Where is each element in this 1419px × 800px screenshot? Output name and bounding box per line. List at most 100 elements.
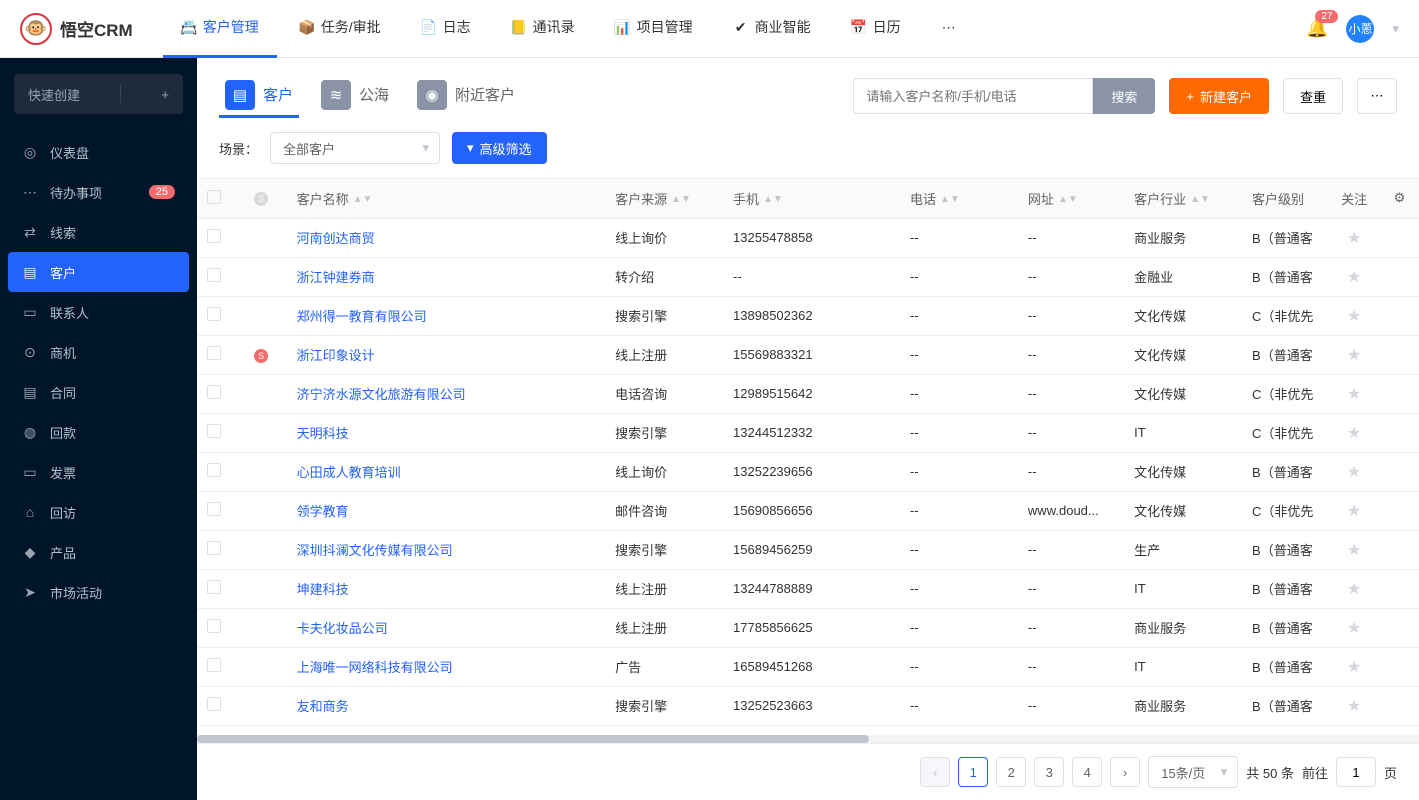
- star-icon[interactable]: ★: [1325, 335, 1384, 374]
- nav-item-4[interactable]: 📊项目管理: [597, 0, 711, 58]
- col-web[interactable]: 网址▲▼: [1018, 179, 1124, 218]
- star-icon[interactable]: ★: [1325, 257, 1384, 296]
- notification-bell-icon[interactable]: 🔔27: [1306, 18, 1328, 39]
- row-checkbox[interactable]: [197, 530, 244, 569]
- customer-name-link[interactable]: 友和商务: [287, 686, 605, 725]
- star-icon[interactable]: ★: [1325, 608, 1384, 647]
- cell-source: 电话咨询: [605, 374, 723, 413]
- brand-logo[interactable]: 🐵 悟空CRM: [20, 13, 133, 45]
- star-icon[interactable]: ★: [1325, 491, 1384, 530]
- cell-mobile: 15569883321: [723, 335, 900, 374]
- customer-name-link[interactable]: 深圳抖澜文化传媒有限公司: [287, 530, 605, 569]
- tab-1[interactable]: ≋公海: [315, 74, 395, 118]
- sidebar-item-4[interactable]: ▭联系人: [0, 292, 197, 332]
- search-button[interactable]: 搜索: [1093, 78, 1155, 114]
- dedupe-button[interactable]: 查重: [1283, 78, 1343, 114]
- nav-item-2[interactable]: 📄日志: [403, 0, 489, 58]
- page-4[interactable]: 4: [1072, 757, 1102, 787]
- row-checkbox[interactable]: [197, 686, 244, 725]
- nav-item-1[interactable]: 📦任务/审批: [281, 0, 399, 58]
- customer-name-link[interactable]: 浙江钟建券商: [287, 257, 605, 296]
- row-checkbox[interactable]: [197, 491, 244, 530]
- page-next[interactable]: ›: [1110, 757, 1140, 787]
- horizontal-scrollbar[interactable]: [197, 735, 1419, 743]
- cell-level: C（非优先: [1242, 296, 1325, 335]
- nav-item-5[interactable]: ✔商业智能: [715, 0, 829, 58]
- row-checkbox[interactable]: [197, 452, 244, 491]
- page-1[interactable]: 1: [958, 757, 988, 787]
- sidebar-item-10[interactable]: ◆产品: [0, 532, 197, 572]
- row-checkbox[interactable]: [197, 608, 244, 647]
- row-checkbox[interactable]: [197, 218, 244, 257]
- page-2[interactable]: 2: [996, 757, 1026, 787]
- customer-name-link[interactable]: 河南创达商贸: [287, 218, 605, 257]
- row-checkbox[interactable]: [197, 725, 244, 735]
- col-source[interactable]: 客户来源▲▼: [605, 179, 723, 218]
- row-checkbox[interactable]: [197, 257, 244, 296]
- col-tel[interactable]: 电话▲▼: [900, 179, 1018, 218]
- col-level[interactable]: 客户级别: [1242, 179, 1325, 218]
- col-industry[interactable]: 客户行业▲▼: [1124, 179, 1242, 218]
- customer-name-link[interactable]: 洛阳天侧正灿售楼处: [287, 725, 605, 735]
- star-icon[interactable]: ★: [1325, 296, 1384, 335]
- star-icon[interactable]: ★: [1325, 725, 1384, 735]
- customer-name-link[interactable]: 心田成人教育培训: [287, 452, 605, 491]
- customer-name-link[interactable]: 卡夫化妆品公司: [287, 608, 605, 647]
- scene-label: 场景：: [219, 139, 258, 158]
- new-customer-button[interactable]: +新建客户: [1169, 78, 1269, 114]
- scene-select[interactable]: 全部客户: [270, 132, 440, 164]
- tab-2[interactable]: ◉附近客户: [411, 74, 521, 118]
- row-checkbox[interactable]: [197, 335, 244, 374]
- nav-item-3[interactable]: 📒通讯录: [493, 0, 593, 58]
- col-name[interactable]: 客户名称▲▼: [287, 179, 605, 218]
- row-checkbox[interactable]: [197, 647, 244, 686]
- customer-name-link[interactable]: 浙江印象设计: [287, 335, 605, 374]
- sidebar-item-8[interactable]: ▭发票: [0, 452, 197, 492]
- search-input[interactable]: [853, 78, 1093, 114]
- customer-name-link[interactable]: 领学教育: [287, 491, 605, 530]
- select-all-header[interactable]: [197, 179, 244, 218]
- page-3[interactable]: 3: [1034, 757, 1064, 787]
- nav-item-6[interactable]: 📅日历: [833, 0, 919, 58]
- star-icon[interactable]: ★: [1325, 218, 1384, 257]
- star-icon[interactable]: ★: [1325, 452, 1384, 491]
- row-checkbox[interactable]: [197, 374, 244, 413]
- sidebar-item-0[interactable]: ◎仪表盘: [0, 132, 197, 172]
- column-config-icon[interactable]: ⚙: [1384, 179, 1419, 218]
- sidebar-item-2[interactable]: ⇄线索: [0, 212, 197, 252]
- sidebar-item-6[interactable]: ▤合同: [0, 372, 197, 412]
- user-avatar[interactable]: 小蔥: [1346, 15, 1374, 43]
- page-size-select[interactable]: 15条/页: [1148, 756, 1238, 788]
- star-icon[interactable]: ★: [1325, 686, 1384, 725]
- star-icon[interactable]: ★: [1325, 647, 1384, 686]
- col-mobile[interactable]: 手机▲▼: [723, 179, 900, 218]
- nav-item-7[interactable]: ⋯: [923, 0, 975, 58]
- sidebar-item-5[interactable]: ⊙商机: [0, 332, 197, 372]
- chevron-down-icon[interactable]: ▾: [1392, 21, 1399, 37]
- sidebar-item-9[interactable]: ⌂回访: [0, 492, 197, 532]
- star-icon[interactable]: ★: [1325, 374, 1384, 413]
- star-icon[interactable]: ★: [1325, 413, 1384, 452]
- row-checkbox[interactable]: [197, 413, 244, 452]
- page-jump-input[interactable]: [1336, 757, 1376, 787]
- customer-name-link[interactable]: 坤建科技: [287, 569, 605, 608]
- quick-create-button[interactable]: 快速创建 +: [14, 74, 183, 114]
- customer-name-link[interactable]: 上海唯一网络科技有限公司: [287, 647, 605, 686]
- sidebar-item-7[interactable]: ◍回款: [0, 412, 197, 452]
- tab-0[interactable]: ▤客户: [219, 74, 299, 118]
- customer-name-link[interactable]: 天明科技: [287, 413, 605, 452]
- page-prev[interactable]: ‹: [920, 757, 950, 787]
- advanced-filter-button[interactable]: ▾高级筛选: [452, 132, 547, 164]
- customer-name-link[interactable]: 济宁济水源文化旅游有限公司: [287, 374, 605, 413]
- plus-icon[interactable]: +: [161, 87, 169, 102]
- customer-name-link[interactable]: 郑州得一教育有限公司: [287, 296, 605, 335]
- row-checkbox[interactable]: [197, 296, 244, 335]
- star-icon[interactable]: ★: [1325, 569, 1384, 608]
- nav-item-0[interactable]: 📇客户管理: [163, 0, 277, 58]
- sidebar-item-11[interactable]: ➤市场活动: [0, 572, 197, 612]
- more-actions-button[interactable]: ⋯: [1357, 78, 1397, 114]
- sidebar-item-3[interactable]: ▤客户: [8, 252, 189, 292]
- star-icon[interactable]: ★: [1325, 530, 1384, 569]
- row-checkbox[interactable]: [197, 569, 244, 608]
- sidebar-item-1[interactable]: ⋯待办事项25: [0, 172, 197, 212]
